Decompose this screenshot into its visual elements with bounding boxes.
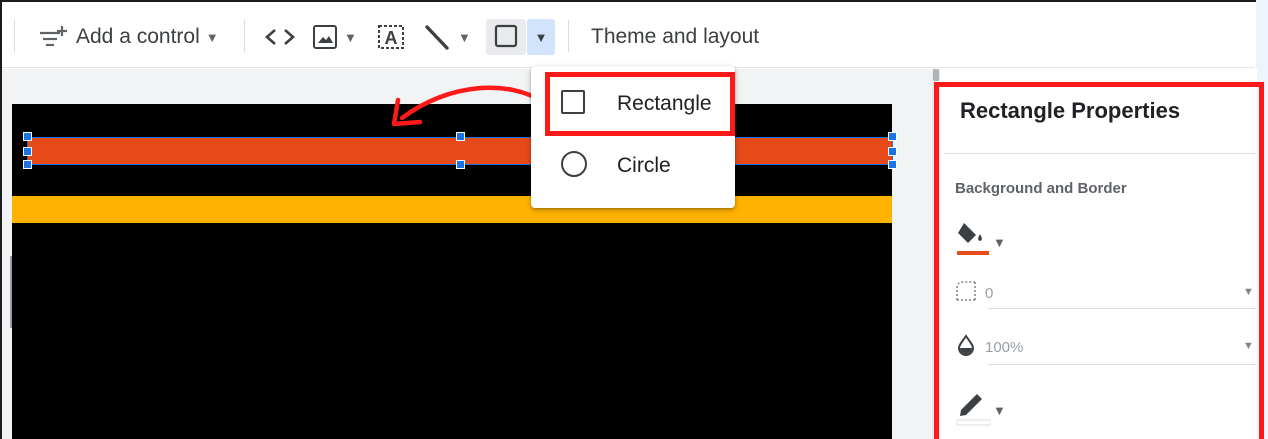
fill-bucket-icon xyxy=(955,220,991,265)
line-icon xyxy=(422,22,452,52)
line-button[interactable]: ▼ xyxy=(422,22,471,52)
toolbar-divider xyxy=(244,20,245,52)
svg-text:A: A xyxy=(385,28,398,48)
menu-item-label: Rectangle xyxy=(617,92,712,115)
theme-layout-label: Theme and layout xyxy=(591,25,760,48)
chevron-down-icon[interactable]: ▼ xyxy=(1243,286,1254,298)
menu-item-label: Circle xyxy=(617,154,671,177)
field-underline xyxy=(988,364,1256,365)
resize-handle[interactable] xyxy=(23,132,32,141)
border-color-picker[interactable]: ▼ xyxy=(955,386,1006,435)
code-icon xyxy=(264,25,296,49)
toolbar: Add a control ▼ ▼ A ▼ ▼ Theme and layout xyxy=(2,2,1254,68)
square-outline-icon xyxy=(559,88,587,121)
scrollbar-thumb[interactable] xyxy=(933,69,939,81)
section-label: Background and Border xyxy=(955,180,1127,197)
field-underline xyxy=(988,308,1256,309)
chevron-down-icon: ▼ xyxy=(993,235,1006,250)
chevron-down-icon: ▼ xyxy=(534,29,548,45)
pencil-icon xyxy=(955,386,992,435)
chevron-down-icon: ▼ xyxy=(993,403,1006,418)
chevron-down-icon: ▼ xyxy=(344,29,357,45)
curved-arrow-icon xyxy=(391,85,546,127)
embed-code-button[interactable] xyxy=(264,22,296,52)
image-button[interactable]: ▼ xyxy=(312,22,357,52)
chevron-down-icon[interactable]: ▼ xyxy=(1243,340,1254,352)
resize-handle[interactable] xyxy=(23,160,32,169)
shape-dropdown-toggle[interactable]: ▼ xyxy=(527,19,555,55)
opacity-drop-icon xyxy=(955,334,977,361)
image-icon xyxy=(312,24,338,50)
shape-dropdown-menu: Rectangle Circle xyxy=(531,66,735,208)
panel-scrollbar[interactable] xyxy=(932,69,940,439)
opacity-value: 100% xyxy=(985,339,1024,356)
resize-handle[interactable] xyxy=(888,132,897,141)
menu-item-circle[interactable]: Circle xyxy=(531,136,735,196)
fill-color-swatch xyxy=(957,251,991,255)
resize-handle[interactable] xyxy=(888,147,897,156)
resize-handle[interactable] xyxy=(456,160,465,169)
panel-divider xyxy=(944,153,1256,154)
menu-item-rectangle[interactable]: Rectangle xyxy=(531,74,735,134)
yellow-rectangle[interactable] xyxy=(12,196,892,223)
add-control-label: Add a control xyxy=(76,25,200,48)
square-outline-icon xyxy=(494,24,518,48)
circle-outline-icon xyxy=(559,149,589,184)
chevron-down-icon: ▼ xyxy=(458,29,471,45)
add-control-icon xyxy=(38,25,68,49)
chevron-down-icon: ▼ xyxy=(205,29,219,45)
theme-layout-button[interactable]: Theme and layout xyxy=(591,22,759,52)
add-control-button[interactable]: Add a control ▼ xyxy=(38,22,219,52)
panel-title: Rectangle Properties xyxy=(960,98,1181,123)
border-radius-field[interactable]: 0 xyxy=(955,280,993,307)
border-radius-value: 0 xyxy=(985,285,994,302)
text-box-button[interactable]: A xyxy=(376,22,406,52)
border-radius-icon xyxy=(955,280,977,307)
fill-color-picker[interactable]: ▼ xyxy=(955,220,1006,265)
toolbar-divider xyxy=(568,20,569,52)
right-edge xyxy=(1256,0,1268,439)
shape-button[interactable] xyxy=(486,19,526,55)
resize-handle[interactable] xyxy=(888,160,897,169)
resize-handle[interactable] xyxy=(23,147,32,156)
opacity-field[interactable]: 100% xyxy=(955,334,1023,361)
text-box-icon: A xyxy=(376,23,406,51)
toolbar-divider xyxy=(14,20,15,52)
